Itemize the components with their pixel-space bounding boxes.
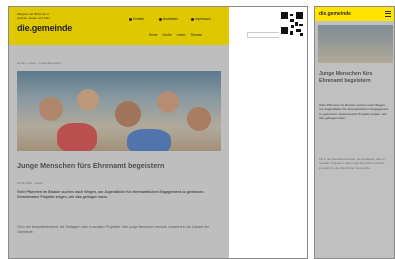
desktop-preview: Magazin der Bistümer in Aachen, Essen un… xyxy=(8,6,308,259)
mobile-header: die.gemeinde xyxy=(315,7,394,21)
menu-icon[interactable] xyxy=(385,11,391,17)
mobile-dim-overlay xyxy=(315,21,394,258)
mobile-preview: die.gemeinde Junge Menschen fürs Ehrenam… xyxy=(314,6,395,259)
dim-overlay xyxy=(9,7,229,258)
mobile-logo[interactable]: die.gemeinde xyxy=(319,11,351,17)
qr-code xyxy=(279,10,305,38)
search-input[interactable] xyxy=(247,32,281,38)
right-whitespace xyxy=(229,7,307,258)
